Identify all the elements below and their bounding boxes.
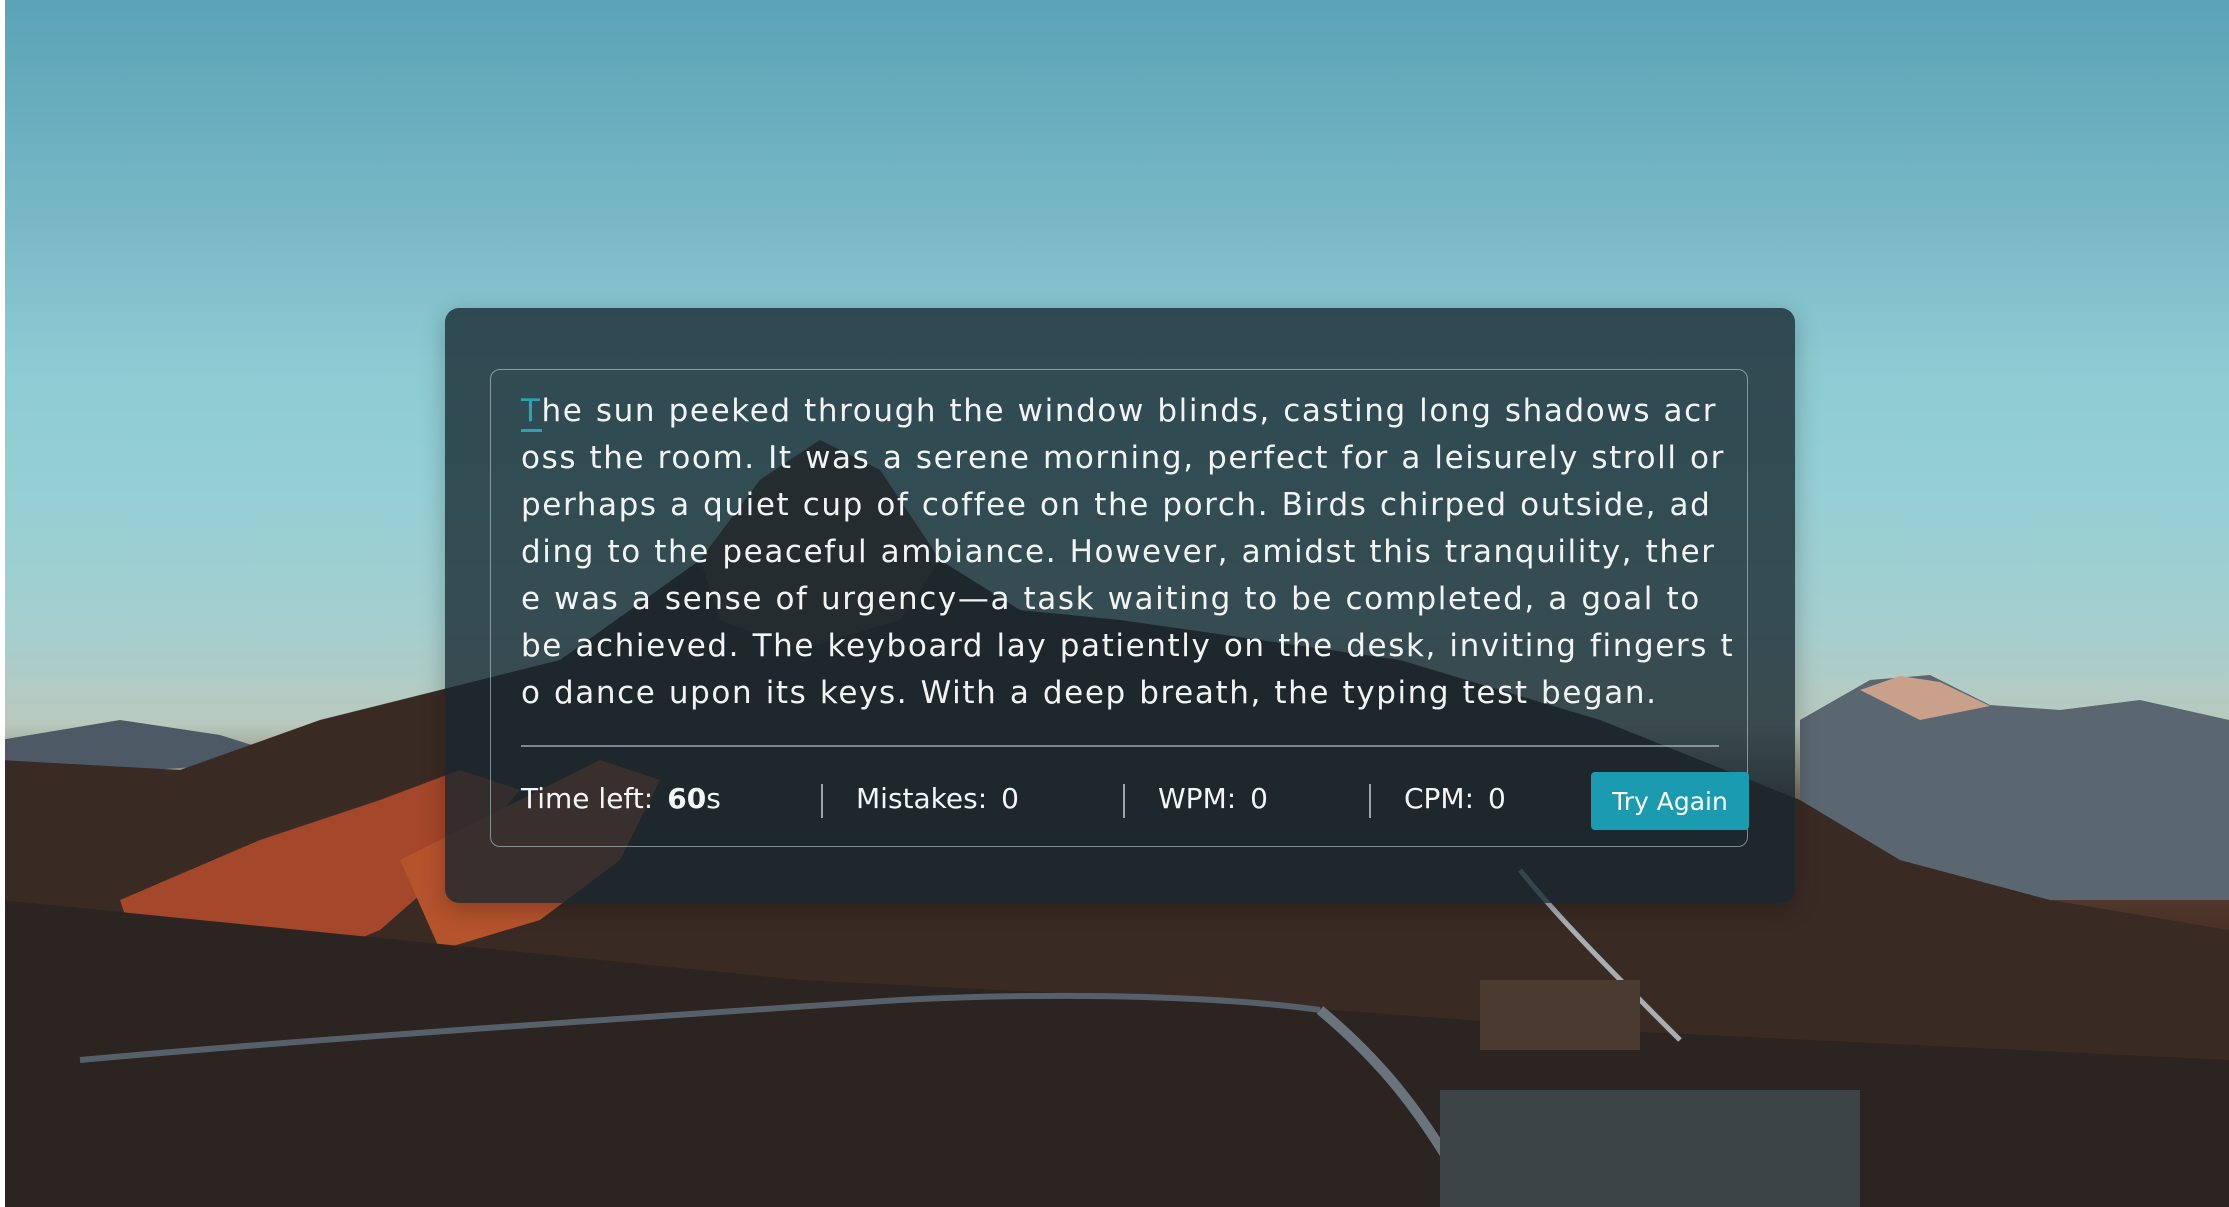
stat-separator [821,784,823,818]
cpm-stat: CPM: 0 [1404,768,1506,828]
passage-line: o dance upon its keys. With a deep breat… [521,675,1658,711]
stats-bar: Time left: 60 s Mistakes: 0 WPM: 0 CPM: 0 [521,768,1749,830]
cpm-label: CPM: [1404,781,1475,815]
window-left-edge [0,0,5,1207]
stat-separator [1123,784,1125,818]
typing-test-panel: The sun peeked through the window blinds… [490,369,1749,847]
passage-line-text: he sun peeked through the window blinds,… [541,393,1718,429]
page: The sun peeked through the window blinds… [0,0,2229,1207]
time-left-label: Time left: [521,781,654,815]
typing-test-card: The sun peeked through the window blinds… [445,308,1795,903]
time-left-stat: Time left: 60 s [521,768,721,828]
cpm-value: 0 [1488,781,1506,815]
time-left-unit: s [706,781,721,815]
wpm-value: 0 [1250,781,1268,815]
passage-line: oss the room. It was a serene morning, p… [521,440,1725,476]
wpm-label: WPM: [1158,781,1237,815]
stat-separator [1369,784,1371,818]
mistakes-value: 0 [1001,781,1019,815]
typing-passage[interactable]: The sun peeked through the window blinds… [521,388,1735,717]
try-again-button[interactable]: Try Again [1591,772,1749,830]
wpm-stat: WPM: 0 [1158,768,1268,828]
time-left-value: 60 [667,781,707,815]
passage-line: e was a sense of urgency—a task waiting … [521,581,1701,617]
passage-line: The sun peeked through the window blinds… [521,388,1721,435]
mistakes-label: Mistakes: [856,781,988,815]
passage-line: perhaps a quiet cup of coffee on the por… [521,487,1712,523]
passage-line: ding to the peaceful ambiance. However, … [521,534,1716,570]
mistakes-stat: Mistakes: 0 [856,768,1019,828]
typing-cursor: T [521,393,542,432]
passage-line: be achieved. The keyboard lay patiently … [521,628,1735,664]
stats-divider [521,745,1719,747]
